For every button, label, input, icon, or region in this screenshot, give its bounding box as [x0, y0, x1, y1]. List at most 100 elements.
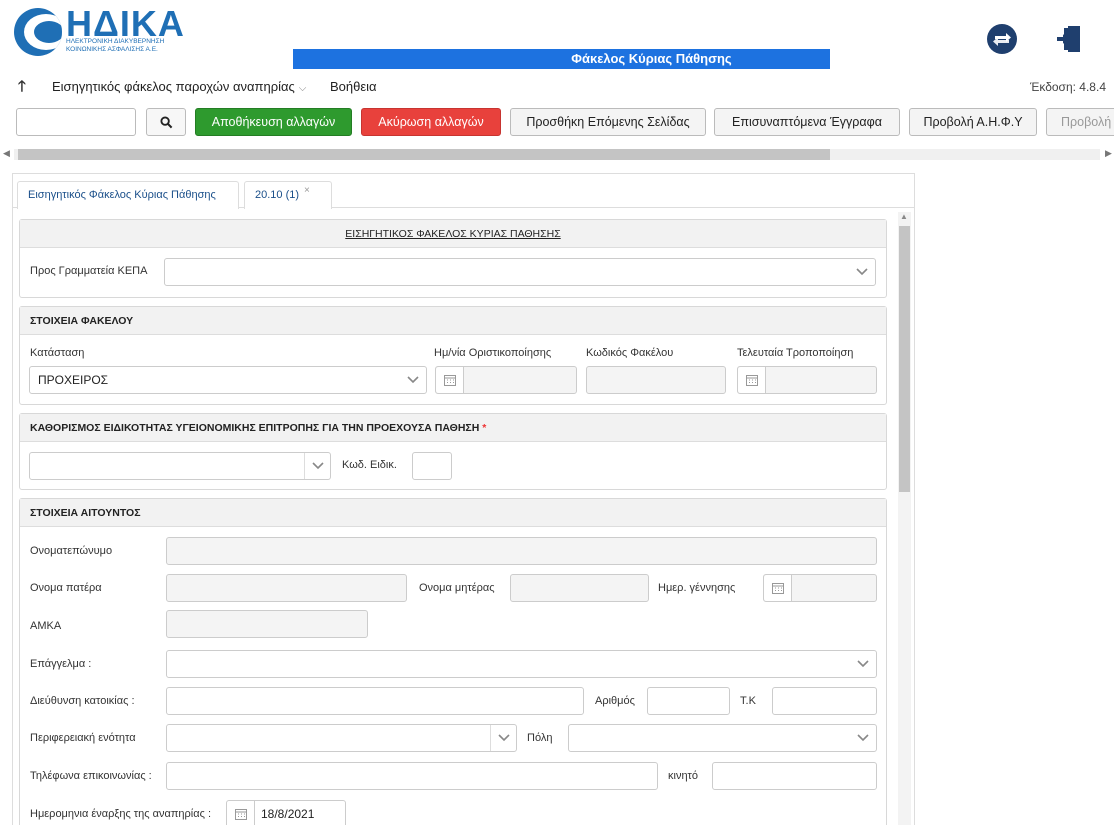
phones-label: Τηλέφωνα επικοινωνίας : [30, 770, 152, 782]
last-modified-label: Τελευταία Τροποποίηση [737, 347, 854, 359]
specialty-code-label: Κωδ. Ειδικ. [342, 459, 397, 471]
folder-code-field[interactable] [586, 366, 726, 394]
add-next-page-button[interactable]: Προσθήκη Επόμενης Σελίδας [510, 108, 706, 136]
logout-icon[interactable] [1052, 22, 1086, 56]
page-title-banner: Φάκελος Κύριας Πάθησης [293, 49, 830, 69]
birth-date-label: Ημερ. γέννησης [658, 582, 736, 594]
company-logo: ΗΔΙΚΑ ΗΛΕΚΤΡΟΝΙΚΗ ΔΙΑΚΥΒΕΡΝΗΣΗ ΚΟΙΝΩΝΙΚΗ… [14, 4, 194, 56]
view-ahfy-button[interactable]: Προβολή Α.Η.Φ.Υ [909, 108, 1037, 136]
mobile-label: κινητό [668, 770, 699, 782]
tab-label: Εισηγητικός Φάκελος Κύριας Πάθησης [28, 189, 216, 201]
mother-name-field[interactable] [510, 574, 649, 602]
profession-label: Επάγγελμα : [30, 658, 92, 670]
status-label: Κατάσταση [30, 347, 85, 359]
save-changes-button[interactable]: Αποθήκευση αλλαγών [195, 108, 352, 136]
phones-field[interactable] [166, 762, 658, 790]
amka-label: ΑΜΚΑ [30, 620, 62, 632]
logo-emblem-icon [14, 8, 62, 56]
applicant-title: ΣΤΟΙΧΕΙΑ ΑΙΤΟΥΝΤΟΣ [20, 499, 886, 527]
zip-label: Τ.Κ [740, 695, 756, 707]
menu-bar: 🡑 Εισηγητικός φάκελος παροχών αναπηρίας ⌵… [0, 75, 1114, 99]
logo-subtitle: ΗΛΕΚΤΡΟΝΙΚΗ ΔΙΑΚΥΒΕΡΝΗΣΗ ΚΟΙΝΩΝΙΚΗΣ ΑΣΦΑ… [66, 38, 165, 53]
zip-field[interactable] [772, 687, 877, 715]
scroll-right-icon[interactable]: ▶ [1105, 148, 1112, 159]
menu-disability-folder[interactable]: Εισηγητικός φάκελος παροχών αναπηρίας ⌵ [52, 75, 306, 101]
chevron-down-icon [850, 725, 876, 751]
region-label: Περιφερειακή ενότητα [30, 732, 136, 744]
specialty-title-text: ΚΑΘΟΡΙΣΜΟΣ ΕΙΔΙΚΟΤΗΤΑΣ ΥΓΕΙΟΝΟΜΙΚΗΣ ΕΠΙΤ… [30, 422, 480, 434]
final-date-field[interactable] [435, 366, 577, 394]
specialty-title: ΚΑΘΟΡΙΣΜΟΣ ΕΙΔΙΚΟΤΗΤΑΣ ΥΓΕΙΟΝΟΜΙΚΗΣ ΕΠΙΤ… [20, 414, 886, 442]
fullname-label: Ονοματεπώνυμο [30, 545, 113, 557]
version-label: Έκδοση: 4.8.4 [1029, 80, 1106, 94]
folder-details-panel: ΣΤΟΙΧΕΙΑ ΦΑΚΕΛΟΥ Κατάσταση ΠΡΟΧΕΙΡΟΣ Ημ/… [19, 306, 887, 405]
search-icon [159, 115, 172, 128]
tab-label: 20.10 (1) [255, 189, 300, 201]
disability-start-field[interactable]: 18/8/2021 [226, 800, 346, 825]
address-label: Διεύθυνση κατοικίας : [30, 695, 135, 707]
cancel-changes-button[interactable]: Ακύρωση αλλαγών [361, 108, 501, 136]
required-mark: * [482, 422, 487, 434]
secretariat-label: Προς Γραμματεία ΚΕΠΑ [30, 265, 148, 277]
scroll-up-icon[interactable]: ▲ [900, 212, 908, 221]
close-icon[interactable]: × [304, 185, 310, 196]
calendar-icon[interactable] [764, 575, 792, 601]
scroll-left-icon[interactable]: ◀ [3, 148, 10, 159]
attachments-button[interactable]: Επισυναπτόμενα Έγγραφα [714, 108, 900, 136]
app-header: ΗΔΙΚΑ ΗΛΕΚΤΡΟΝΙΚΗ ΔΙΑΚΥΒΕΡΝΗΣΗ ΚΟΙΝΩΝΙΚΗ… [0, 0, 1114, 75]
menu-help[interactable]: Βοήθεια [330, 75, 377, 99]
street-number-field[interactable] [647, 687, 730, 715]
view-more-button[interactable]: Προβολή [1046, 108, 1114, 136]
father-name-label: Ονομα πατέρα [30, 582, 102, 594]
horizontal-scrollbar[interactable]: ◀ ▶ [0, 147, 1114, 162]
street-number-label: Αριθμός [595, 695, 635, 707]
chevron-down-icon [304, 453, 330, 479]
father-name-field[interactable] [166, 574, 407, 602]
status-value: ΠΡΟΧΕΙΡΟΣ [38, 373, 109, 387]
mother-name-label: Ονομα μητέρας [419, 582, 495, 594]
tab-main-folder[interactable]: Εισηγητικός Φάκελος Κύριας Πάθησης [17, 181, 239, 209]
workspace: Εισηγητικός Φάκελος Κύριας Πάθησης 20.10… [12, 173, 915, 825]
city-label: Πόλη [527, 732, 553, 744]
address-field[interactable] [166, 687, 584, 715]
chevron-down-icon [400, 367, 426, 393]
birth-date-field[interactable] [763, 574, 877, 602]
secretariat-select[interactable] [164, 258, 876, 286]
tab-bar: Εισηγητικός Φάκελος Κύριας Πάθησης 20.10… [13, 174, 914, 209]
region-select[interactable] [166, 724, 517, 752]
calendar-icon[interactable] [227, 801, 255, 825]
profession-select[interactable] [166, 650, 877, 678]
disability-start-value: 18/8/2021 [261, 807, 315, 821]
chevron-down-icon [490, 725, 516, 751]
specialty-code-field[interactable] [412, 452, 452, 480]
chevron-down-icon [849, 259, 875, 285]
calendar-icon[interactable] [436, 367, 464, 393]
fullname-field[interactable] [166, 537, 877, 565]
folder-details-title: ΣΤΟΙΧΕΙΑ ΦΑΚΕΛΟΥ [20, 307, 886, 335]
search-input[interactable] [16, 108, 136, 136]
final-date-label: Ημ/νία Οριστικοποίησης [434, 347, 552, 359]
disability-start-label: Ημερομηνια έναρξης της αναπηρίας : [30, 808, 212, 820]
scroll-thumb[interactable] [18, 149, 830, 160]
status-select[interactable]: ΠΡΟΧΕΙΡΟΣ [29, 366, 427, 394]
city-select[interactable] [568, 724, 877, 752]
chevron-down-icon: ⌵ [298, 83, 307, 94]
mobile-field[interactable] [712, 762, 877, 790]
calendar-icon[interactable] [738, 367, 766, 393]
applicant-panel: ΣΤΟΙΧΕΙΑ ΑΙΤΟΥΝΤΟΣ Ονοματεπώνυμο Ονομα π… [19, 498, 887, 825]
main-folder-panel: ΕΙΣΗΓΗΤΙΚΟΣ ΦΑΚΕΛΟΣ ΚΥΡΙΑΣ ΠΑΘΗΣΗΣ Προς … [19, 219, 887, 298]
toolbar: Αποθήκευση αλλαγών Ακύρωση αλλαγών Προσθ… [0, 104, 1114, 140]
chevron-down-icon [850, 651, 876, 677]
search-button[interactable] [146, 108, 186, 136]
main-folder-title: ΕΙΣΗΓΗΤΙΚΟΣ ΦΑΚΕΛΟΣ ΚΥΡΙΑΣ ΠΑΘΗΣΗΣ [20, 220, 886, 248]
folder-code-label: Κωδικός Φακέλου [586, 347, 674, 359]
vertical-scrollbar[interactable]: ▲ [898, 212, 911, 825]
tab-20-10[interactable]: 20.10 (1) × [244, 181, 332, 209]
last-modified-field[interactable] [737, 366, 877, 394]
specialty-select[interactable] [29, 452, 331, 480]
amka-field[interactable] [166, 610, 368, 638]
switch-role-icon[interactable] [985, 22, 1019, 56]
scroll-thumb[interactable] [899, 226, 910, 492]
specialty-panel: ΚΑΘΟΡΙΣΜΟΣ ΕΙΔΙΚΟΤΗΤΑΣ ΥΓΕΙΟΝΟΜΙΚΗΣ ΕΠΙΤ… [19, 413, 887, 490]
arrow-up-icon[interactable]: 🡑 [18, 75, 26, 99]
